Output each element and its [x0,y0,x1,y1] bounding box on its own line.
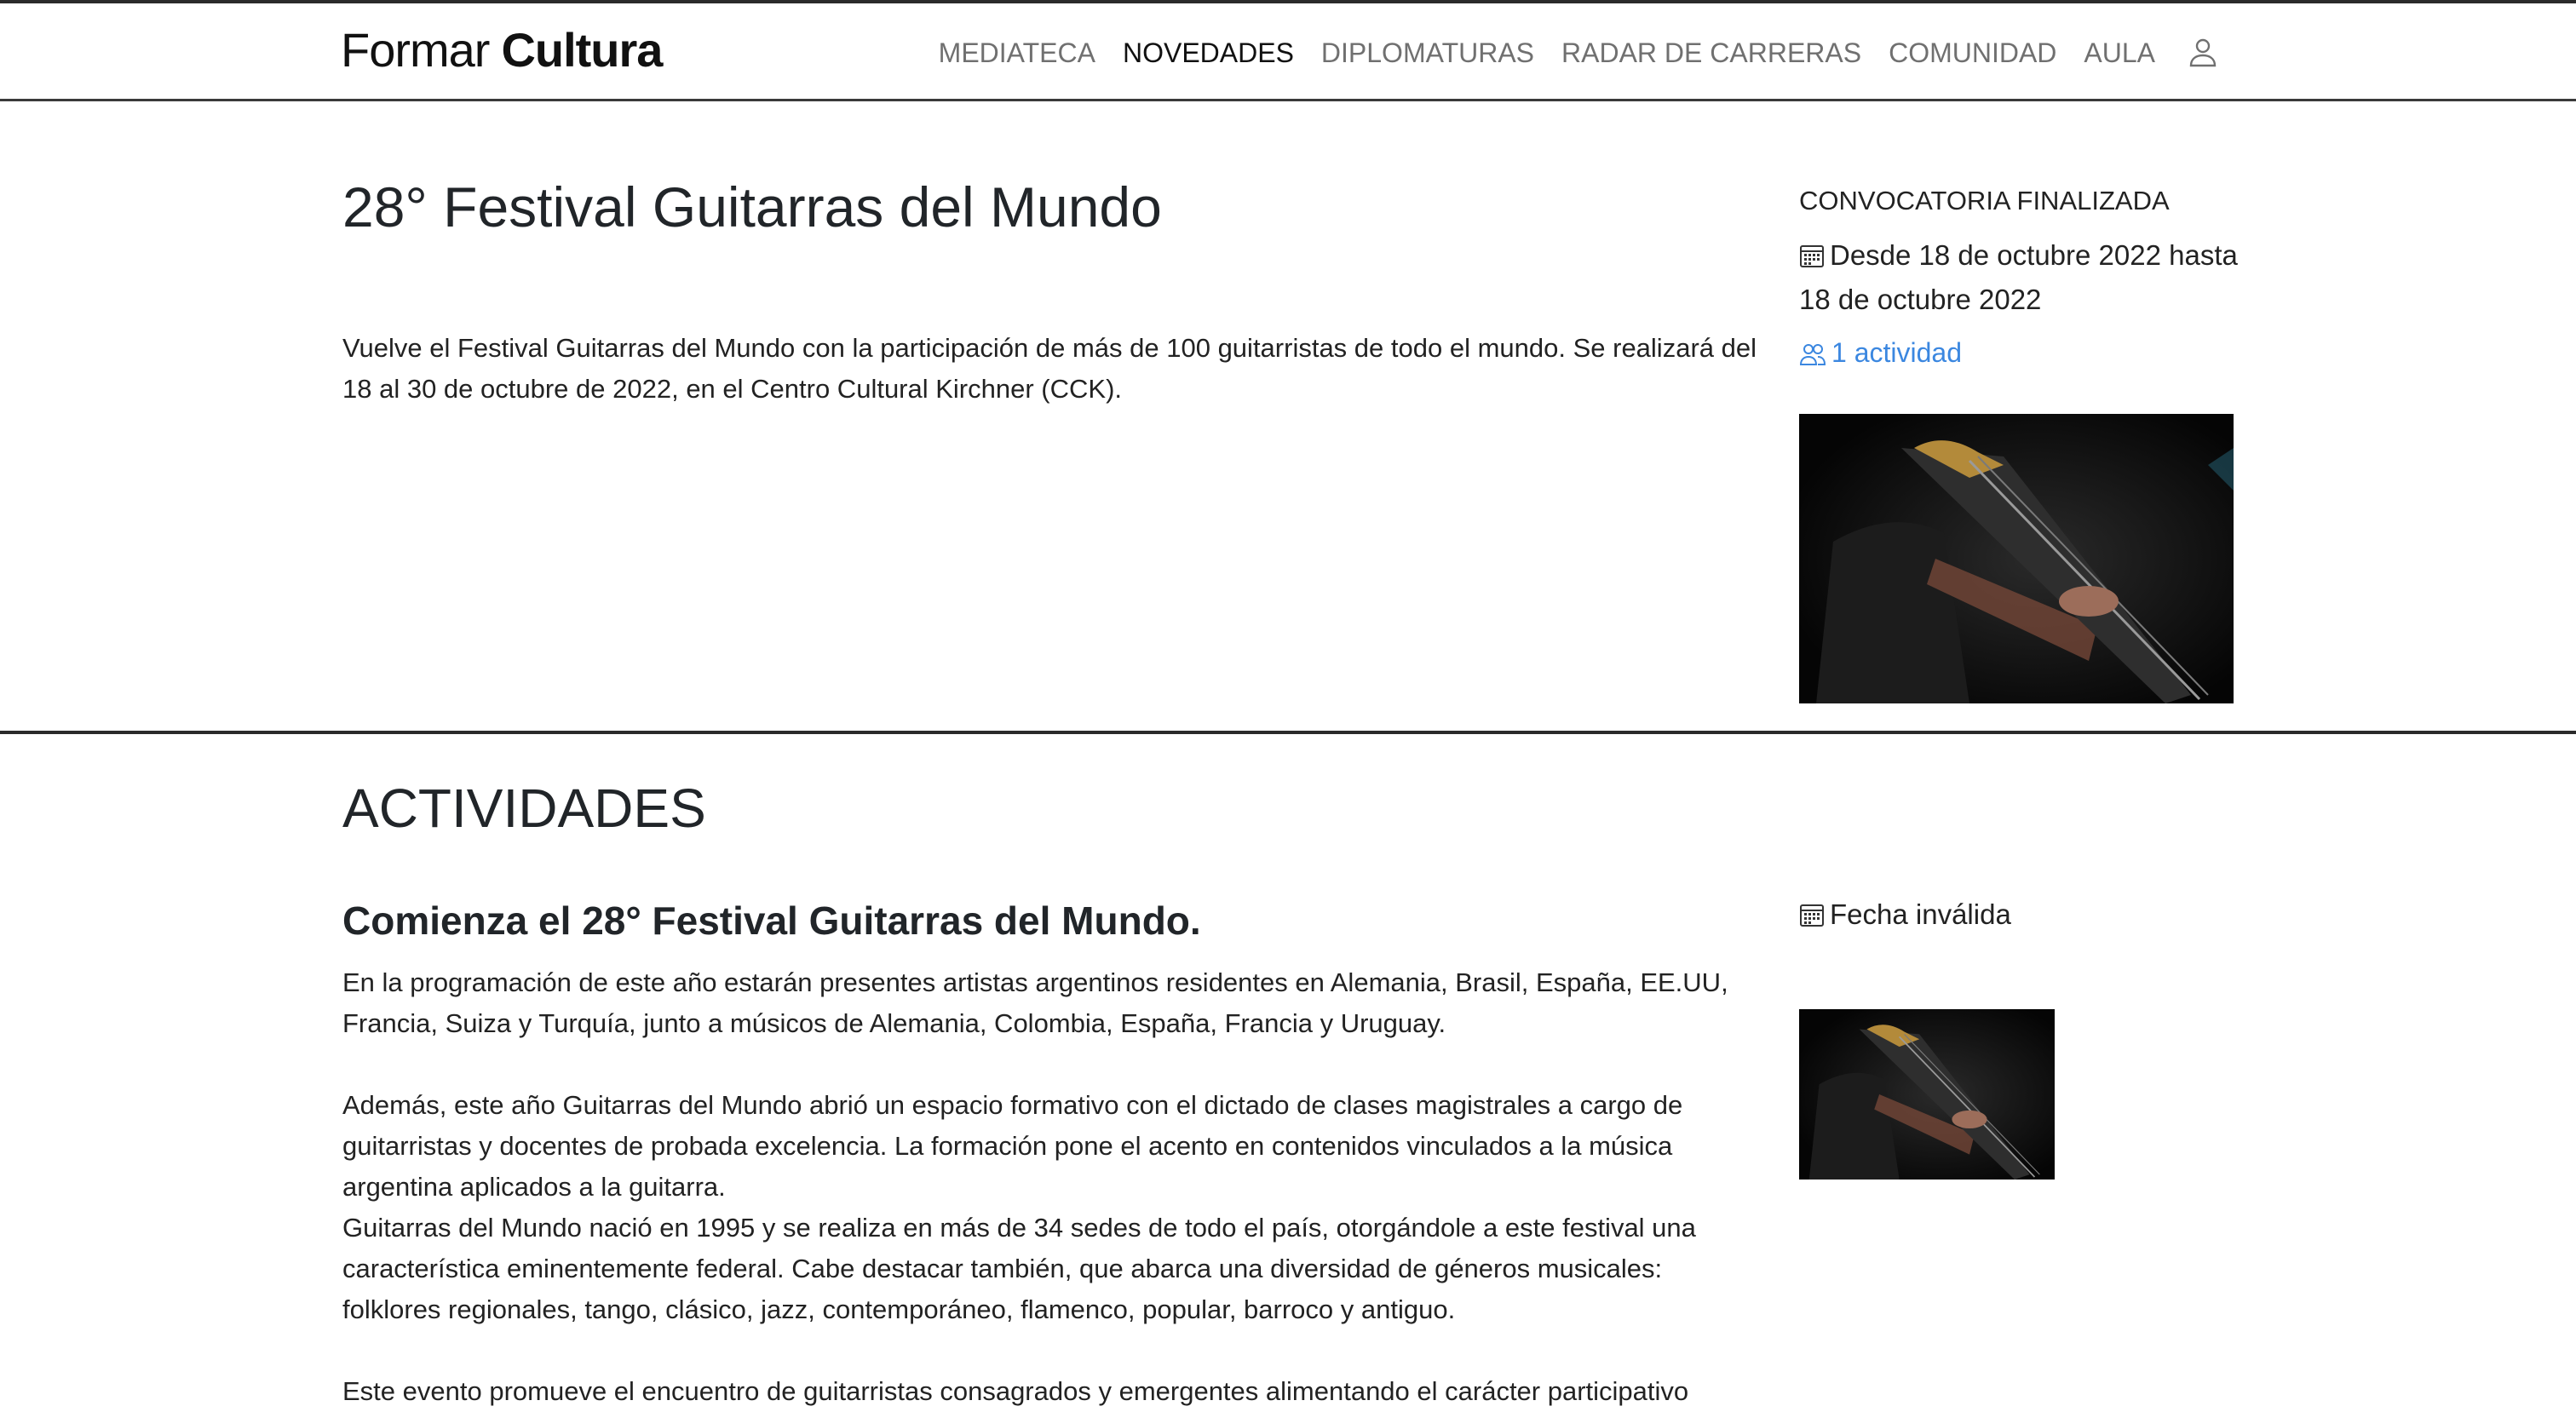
nav-item-aula[interactable]: AULA [2084,37,2155,69]
activity-description: En la programación de este año estarán p… [342,962,1757,1412]
logo-cultura: Cultura [501,23,663,77]
nav-item-novedades[interactable]: NOVEDADES [1123,37,1294,69]
activity-image [1799,1009,2055,1180]
activities-count: 1 actividad [1831,337,1962,368]
site-logo[interactable]: Formar Cultura [341,22,663,82]
calendar-icon [1799,238,1825,279]
activity-paragraph: Además, este año Guitarras del Mundo abr… [342,1090,1683,1202]
event-dates-text: Desde 18 de octubre 2022 hasta 18 de oct… [1799,239,2238,315]
nav-item-mediateca[interactable]: MEDIATECA [939,37,1095,69]
user-icon[interactable] [2186,36,2220,70]
event-sidebar: CONVOCATORIA FINALIZADA Desde 18 de octu… [1799,181,2276,373]
calendar-icon [1800,904,1824,927]
activity-date-text: Fecha inválida [1830,898,2011,930]
page-title: 28° Festival Guitarras del Mundo [342,175,1162,238]
logo-formar: Formar [341,23,490,77]
event-dates: Desde 18 de octubre 2022 hasta 18 de oct… [1799,235,2276,320]
site-header: Formar Cultura MEDIATECA NOVEDADES DIPLO… [0,3,2576,101]
event-image [1799,414,2234,703]
nav-item-comunidad[interactable]: COMUNIDAD [1889,37,2056,69]
activity-title: Comienza el 28° Festival Guitarras del M… [342,898,1201,943]
main-nav: MEDIATECA NOVEDADES DIPLOMATURAS RADAR D… [911,27,2220,78]
activity-paragraph: Este evento promueve el encuentro de gui… [342,1376,1689,1406]
nav-item-diplomaturas[interactable]: DIPLOMATURAS [1321,37,1534,69]
activity-paragraph: Guitarras del Mundo nació en 1995 y se r… [342,1213,1696,1324]
status-badge: CONVOCATORIA FINALIZADA [1799,186,2170,215]
event-intro: Vuelve el Festival Guitarras del Mundo c… [342,333,1757,404]
activities-section-title: ACTIVIDADES [342,778,706,839]
nav-item-radar-de-carreras[interactable]: RADAR DE CARRERAS [1561,37,1861,69]
section-divider [0,731,2576,734]
activity-date: Fecha inválida [1799,898,2011,931]
people-icon [1799,344,1826,365]
activity-paragraph: En la programación de este año estarán p… [342,967,1728,1038]
activities-link[interactable]: 1 actividad [1799,332,2276,373]
